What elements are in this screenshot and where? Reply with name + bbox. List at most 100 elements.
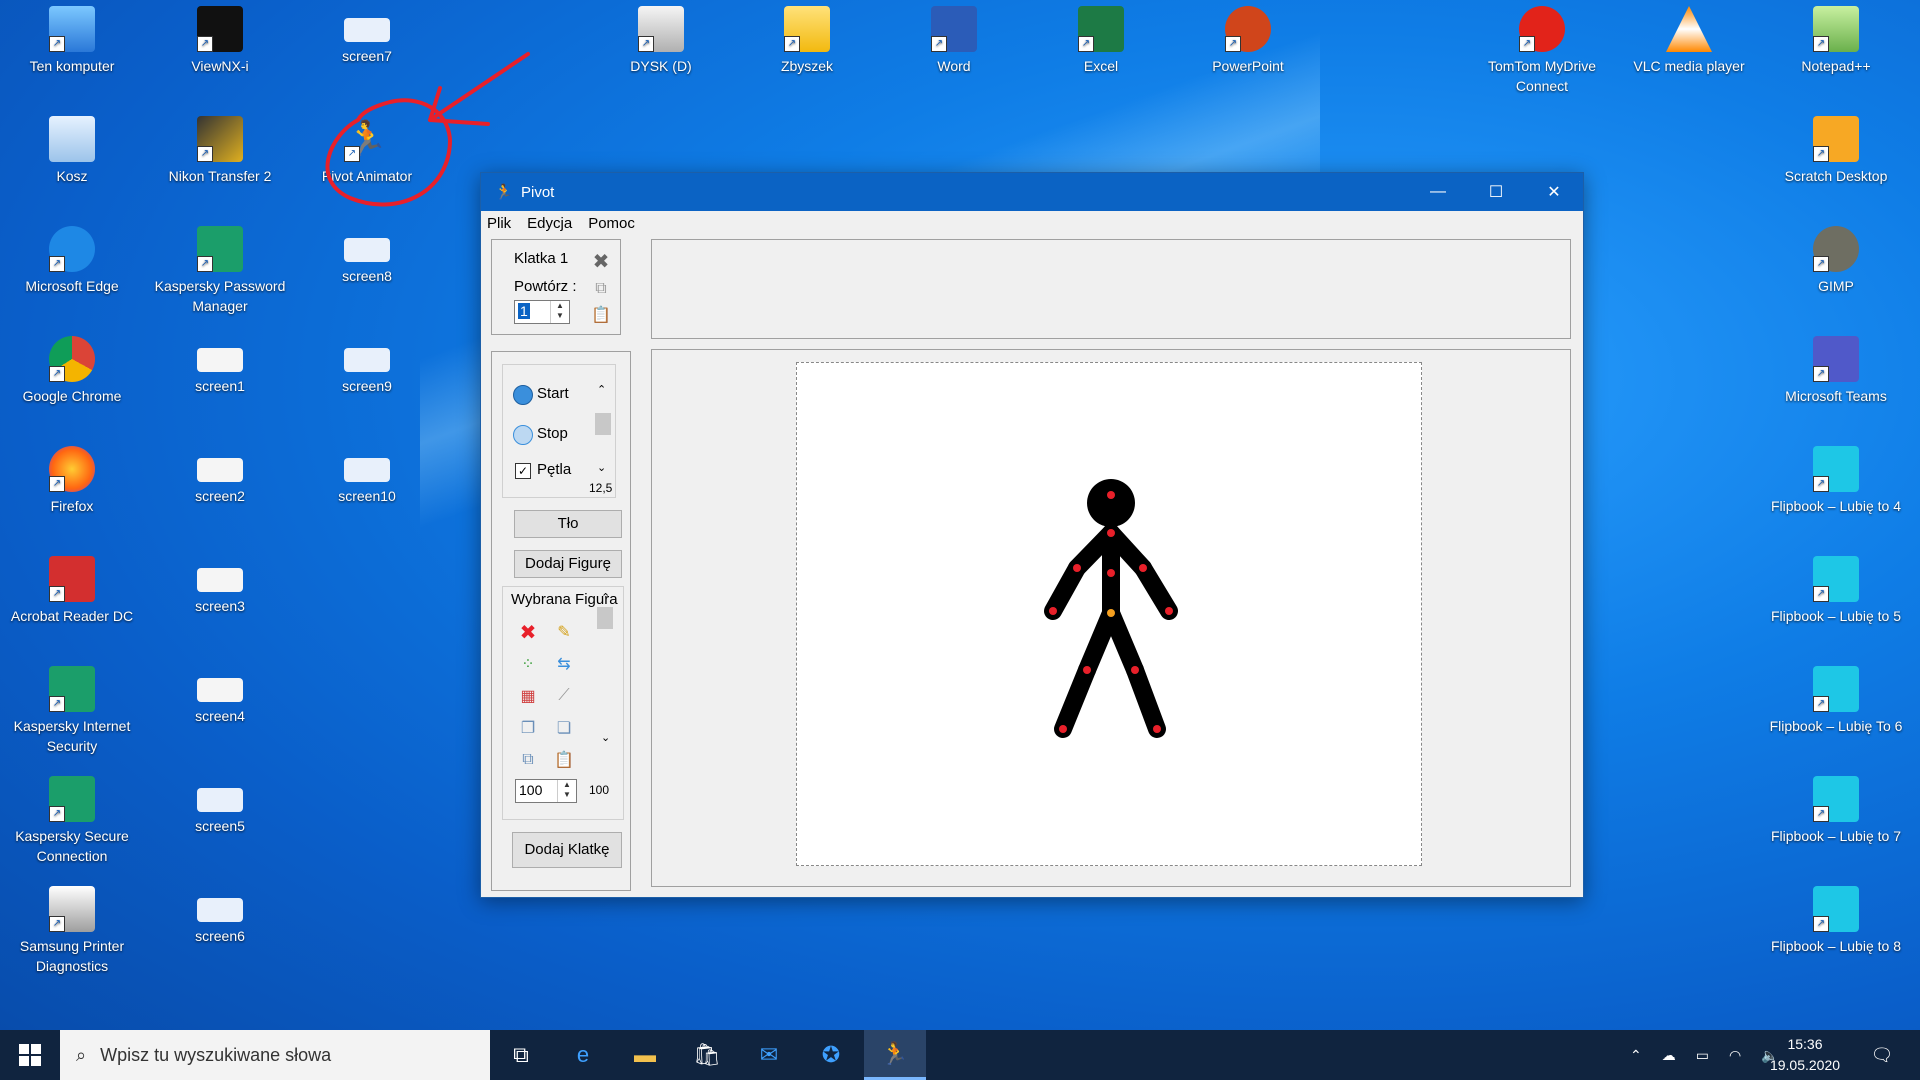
desktop-icon-screen3[interactable]: screen3 <box>150 550 290 616</box>
frames-timeline[interactable] <box>651 239 1571 339</box>
copy-figure-icon[interactable]: ⧉ <box>517 749 539 771</box>
copy-frame-icon[interactable]: ⧉ <box>590 278 612 300</box>
speed-slider-down-icon[interactable]: ⌄ <box>597 461 606 474</box>
size-slider-down-icon[interactable]: ⌄ <box>601 731 610 744</box>
minimize-icon[interactable]: — <box>1409 173 1467 211</box>
close-icon[interactable]: ✕ <box>1525 173 1583 211</box>
delete-figure-icon[interactable]: ✖ <box>517 621 539 644</box>
size-slider-thumb[interactable] <box>597 607 613 629</box>
add-figure-button[interactable]: Dodaj Figurę <box>514 550 622 578</box>
start-label[interactable]: Start <box>537 385 569 402</box>
stepper-arrows-icon[interactable]: ▲ ▼ <box>550 301 569 323</box>
flip-figure-icon[interactable]: ⇆ <box>553 653 575 675</box>
menu-edycja[interactable]: Edycja <box>527 215 572 232</box>
desktop-icon-powerpoint[interactable]: ↗ PowerPoint <box>1178 0 1318 76</box>
desktop-icon-kaspersky-sc[interactable]: ↗ Kaspersky Secure Connection <box>2 770 142 866</box>
speed-slider-up-icon[interactable]: ⌃ <box>597 383 606 396</box>
play-circle-icon[interactable] <box>513 385 533 405</box>
paste-figure-icon[interactable]: 📋 <box>553 749 575 771</box>
desktop-icon-flipbook-7[interactable]: ↗ Flipbook – Lubię to 7 <box>1766 770 1906 846</box>
taskbar-store-icon[interactable]: 🛍 <box>678 1030 736 1080</box>
clock[interactable]: 15:36 19.05.2020 <box>1760 1034 1850 1076</box>
battery-icon[interactable]: ▭ <box>1696 1047 1709 1064</box>
loop-label[interactable]: Pętla <box>537 461 571 478</box>
onedrive-cloud-icon[interactable]: ☁ <box>1662 1047 1676 1064</box>
desktop-icon-screen10[interactable]: screen10 <box>297 440 437 506</box>
desktop-icon-firefox[interactable]: ↗ Firefox <box>2 440 142 516</box>
maximize-icon[interactable]: ☐ <box>1467 173 1525 211</box>
desktop-icon-flipbook-4[interactable]: ↗ Flipbook – Lubię to 4 <box>1766 440 1906 516</box>
desktop-icon-screen5[interactable]: screen5 <box>150 770 290 836</box>
delete-frame-icon[interactable]: ✖ <box>590 250 612 273</box>
stick-figure[interactable] <box>797 363 1421 865</box>
center-figure-icon[interactable]: ⁘ <box>517 653 539 675</box>
desktop-icon-screen6[interactable]: screen6 <box>150 880 290 946</box>
color-figure-icon[interactable]: ▦ <box>517 685 539 707</box>
desktop-icon-excel[interactable]: ↗ Excel <box>1031 0 1171 76</box>
menu-pomoc[interactable]: Pomoc <box>588 215 635 232</box>
image-file-icon <box>344 238 390 262</box>
desktop-icon-screen2[interactable]: screen2 <box>150 440 290 506</box>
desktop-icon-tomtom[interactable]: ↗ TomTom MyDrive Connect <box>1472 0 1612 96</box>
desktop-icon-notepadpp[interactable]: ↗ Notepad++ <box>1766 0 1906 76</box>
loop-checkbox[interactable]: ✓ <box>515 463 531 479</box>
start-button[interactable] <box>0 1030 60 1080</box>
taskbar-mail-icon[interactable]: ✉ <box>740 1030 798 1080</box>
desktop-icon-acrobat[interactable]: ↗ Acrobat Reader DC <box>2 550 142 626</box>
desktop-icon-screen8[interactable]: screen8 <box>297 220 437 286</box>
stick-figure-root-joint[interactable] <box>1107 609 1115 617</box>
desktop-icon-zbyszek[interactable]: ↗ Zbyszek <box>737 0 877 76</box>
desktop-icon-screen1[interactable]: screen1 <box>150 330 290 396</box>
add-frame-button[interactable]: Dodaj Klatkę <box>512 832 622 868</box>
desktop-icon-edge[interactable]: ↗ Microsoft Edge <box>2 220 142 296</box>
desktop-icon-chrome[interactable]: ↗ Google Chrome <box>2 330 142 406</box>
notifications-icon[interactable]: 🗨 <box>1862 1030 1902 1080</box>
desktop-icon-word[interactable]: ↗ Word <box>884 0 1024 76</box>
desktop-icon-samsung[interactable]: ↗ Samsung Printer Diagnostics <box>2 880 142 976</box>
repeat-stepper[interactable]: 1 ▲ ▼ <box>514 300 570 324</box>
desktop-icon-flipbook-8[interactable]: ↗ Flipbook – Lubię to 8 <box>1766 880 1906 956</box>
line-tool-icon[interactable]: ⟋ <box>553 685 575 707</box>
desktop-icon-screen9[interactable]: screen9 <box>297 330 437 396</box>
show-hidden-icons-chevron-icon[interactable]: ⌃ <box>1630 1047 1642 1064</box>
desktop-icon-recycle-bin[interactable]: Kosz <box>2 110 142 186</box>
speed-slider-thumb[interactable] <box>595 413 611 435</box>
desktop-icon-flipbook-6[interactable]: ↗ Flipbook – Lubię To 6 <box>1766 660 1906 736</box>
send-back-icon[interactable]: ❏ <box>553 717 575 739</box>
taskbar-explorer-icon[interactable]: ▬ <box>616 1030 674 1080</box>
animation-canvas[interactable] <box>796 362 1422 866</box>
window-titlebar[interactable]: 🏃 Pivot — ☐ ✕ <box>481 173 1583 211</box>
edit-figure-pencil-icon[interactable]: ✎ <box>553 621 575 643</box>
desktop-icon-scratch[interactable]: ↗ Scratch Desktop <box>1766 110 1906 186</box>
computer-icon: ↗ <box>49 6 95 52</box>
desktop-icon-dysk-d[interactable]: ↗ DYSK (D) <box>591 0 731 76</box>
taskbar-search-box[interactable]: ⌕ Wpisz tu wyszukiwane słowa <box>60 1030 490 1080</box>
desktop-icon-this-pc[interactable]: ↗ Ten komputer <box>2 0 142 76</box>
stop-circle-icon[interactable] <box>513 425 533 445</box>
taskbar-pivot-icon[interactable]: 🏃 <box>864 1030 926 1080</box>
size-stepper[interactable]: 100 ▲ ▼ <box>515 779 577 803</box>
desktop-icon-gimp[interactable]: ↗ GIMP <box>1766 220 1906 296</box>
stepper-arrows-icon[interactable]: ▲ ▼ <box>557 780 576 802</box>
task-view-icon[interactable]: ⧉ <box>492 1030 550 1080</box>
desktop-icon-kaspersky-is[interactable]: ↗ Kaspersky Internet Security <box>2 660 142 756</box>
background-button[interactable]: Tło <box>514 510 622 538</box>
menu-plik[interactable]: Plik <box>487 215 511 232</box>
desktop-icon-viewnx[interactable]: ↗ ViewNX-i <box>150 0 290 76</box>
desktop-icon-screen4[interactable]: screen4 <box>150 660 290 726</box>
bring-front-icon[interactable]: ❐ <box>517 717 539 739</box>
stop-label[interactable]: Stop <box>537 425 568 442</box>
taskbar-compass-icon[interactable]: ✪ <box>802 1030 860 1080</box>
desktop-icon-label: PowerPoint <box>1212 58 1284 74</box>
desktop-icon-nikon-transfer[interactable]: ↗ Nikon Transfer 2 <box>150 110 290 186</box>
folder-icon: ↗ <box>784 6 830 52</box>
desktop-icon-flipbook-5[interactable]: ↗ Flipbook – Lubię to 5 <box>1766 550 1906 626</box>
desktop-icon-teams[interactable]: ↗ Microsoft Teams <box>1766 330 1906 406</box>
desktop-icon-vlc[interactable]: VLC media player <box>1619 0 1759 76</box>
stick-figure-head[interactable] <box>1087 479 1135 527</box>
size-slider-up-icon[interactable]: ⌃ <box>601 591 610 604</box>
desktop-icon-kaspersky-pm[interactable]: ↗ Kaspersky Password Manager <box>150 220 290 316</box>
wifi-icon[interactable]: ◠ <box>1729 1047 1741 1064</box>
taskbar-edge-icon[interactable]: e <box>554 1030 612 1080</box>
paste-frame-icon[interactable]: 📋 <box>590 304 612 326</box>
